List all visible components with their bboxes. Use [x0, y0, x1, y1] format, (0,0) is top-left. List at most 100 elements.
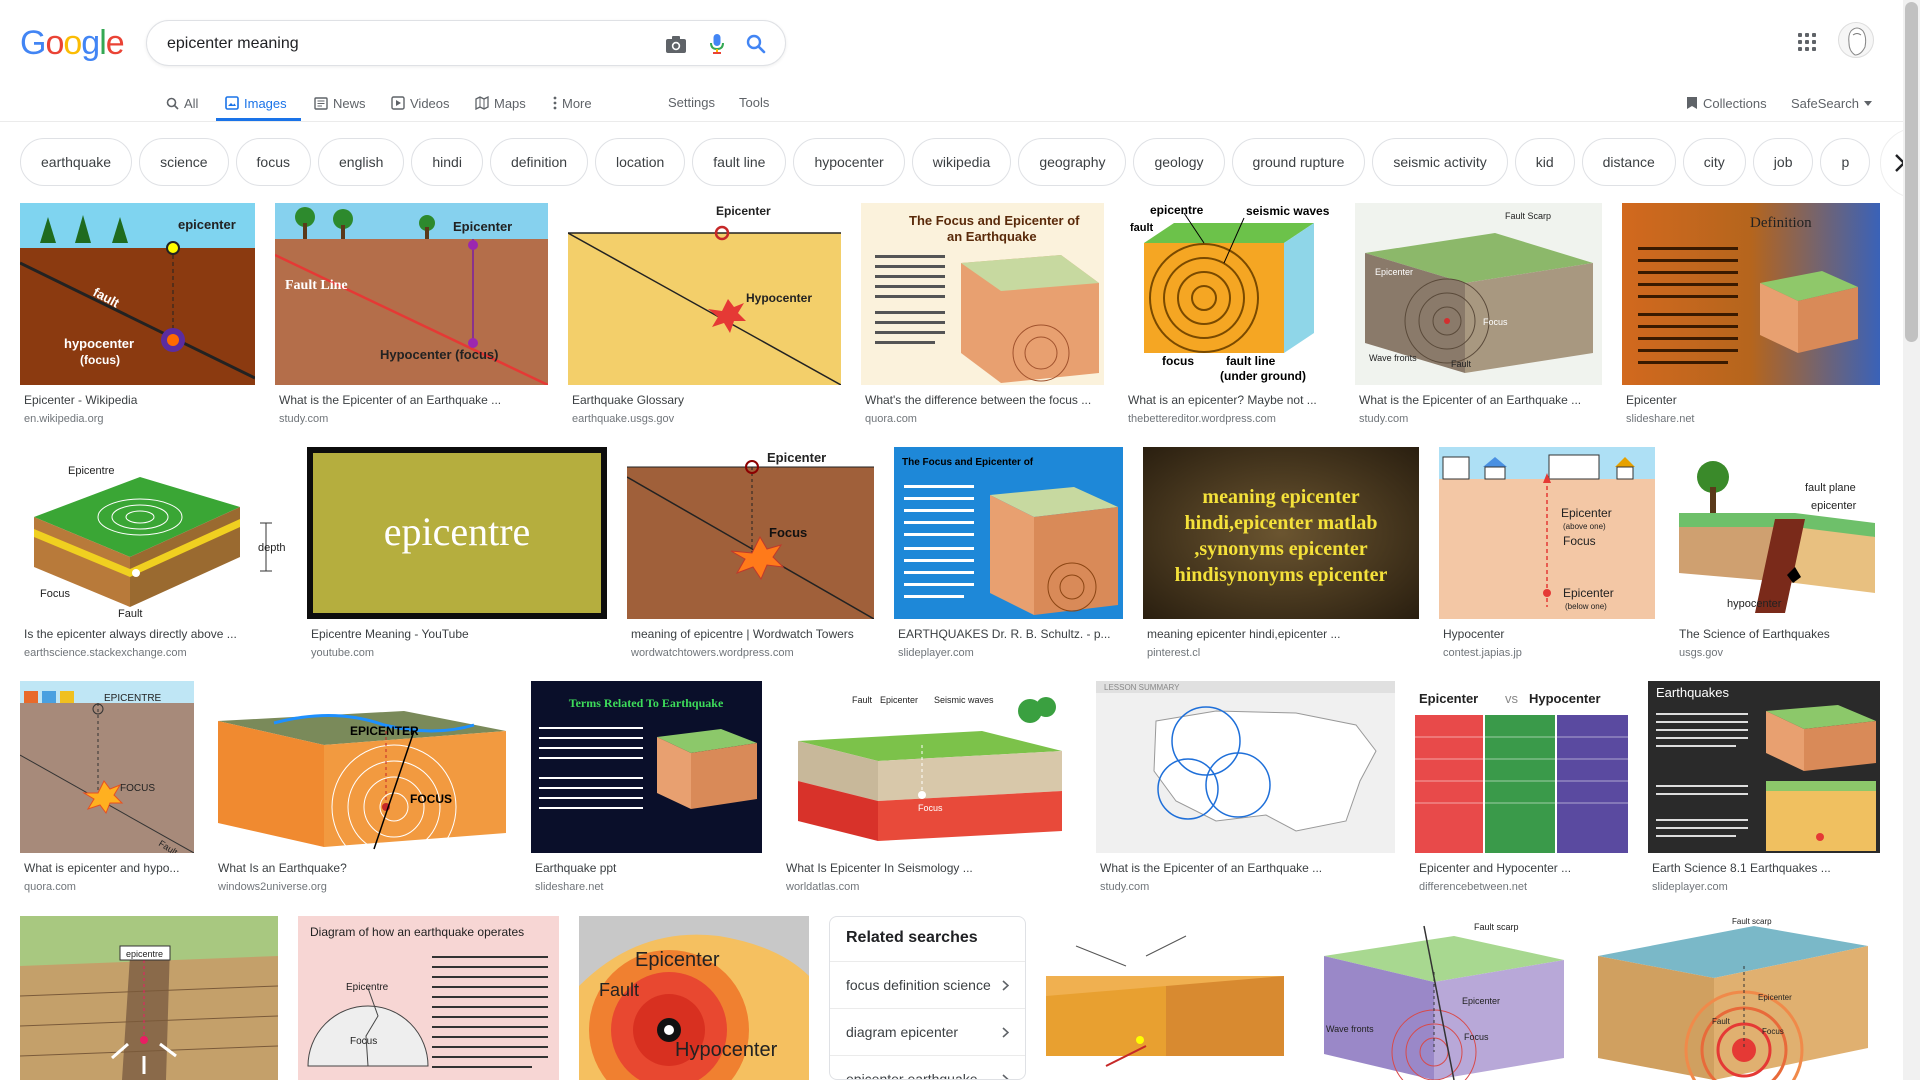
- image-result[interactable]: The Focus and Epicenter of an Earthquake…: [861, 203, 1104, 428]
- image-result[interactable]: epicenter fault hypocenter (focus) Epice…: [20, 203, 255, 428]
- video-icon: [391, 96, 405, 110]
- search-input[interactable]: [167, 32, 637, 56]
- image-result[interactable]: Epicenter (above one) Focus Epicenter (b…: [1439, 447, 1655, 662]
- chip[interactable]: ground rupture: [1231, 138, 1366, 186]
- image-result[interactable]: [1046, 916, 1284, 1080]
- result-title: Epicenter and Hypocenter ...: [1419, 861, 1572, 875]
- chip[interactable]: city: [1682, 138, 1746, 186]
- image-result[interactable]: LESSON SUMMARY What is the Epicenter of …: [1096, 681, 1395, 896]
- image-result[interactable]: EPICENTRE FOCUS Fault What is epicenter …: [20, 681, 194, 896]
- image-result[interactable]: meaning epicenter hindi,epicenter matlab…: [1143, 447, 1419, 662]
- result-title: Epicenter - Wikipedia: [24, 393, 138, 407]
- account-avatar[interactable]: [1838, 22, 1874, 58]
- image-thumbnail: Diagram of how an earthquake operates Ep…: [298, 916, 559, 1080]
- image-result[interactable]: The Focus and Epicenter of EARTHQUAKES D…: [894, 447, 1123, 662]
- image-result[interactable]: epicentre Epicentre Meaning - YouTube yo…: [307, 447, 607, 662]
- collections-link[interactable]: Collections: [1686, 90, 1767, 116]
- related-search-item[interactable]: epicenter earthquake: [830, 1055, 1025, 1079]
- image-result[interactable]: Epicenter Focus meaning of epicentre | W…: [627, 447, 874, 662]
- chip[interactable]: geology: [1133, 138, 1225, 186]
- chip[interactable]: fault line: [692, 138, 787, 186]
- settings-link[interactable]: Settings: [668, 90, 715, 116]
- image-result[interactable]: Diagram of how an earthquake operates Ep…: [298, 916, 559, 1080]
- image-label: seismic waves: [1246, 204, 1330, 218]
- image-label: fault: [1130, 222, 1154, 234]
- image-label: FOCUS: [410, 792, 452, 806]
- camera-icon[interactable]: [664, 32, 688, 56]
- image-label: Fault Line: [285, 278, 348, 293]
- result-source: pinterest.cl: [1147, 647, 1201, 659]
- image-result[interactable]: Epicenter Fault Hypocenter: [579, 916, 809, 1080]
- apps-grid-icon[interactable]: [1795, 30, 1819, 54]
- search-icon[interactable]: [744, 32, 768, 56]
- scrollbar-thumb[interactable]: [1905, 2, 1918, 342]
- chip[interactable]: p: [1820, 138, 1871, 186]
- image-label: Fault: [1451, 359, 1472, 369]
- google-logo[interactable]: Google: [20, 24, 125, 63]
- image-result[interactable]: epicentre: [20, 916, 278, 1080]
- chip[interactable]: science: [139, 138, 229, 186]
- tab-news[interactable]: News: [314, 90, 366, 116]
- result-source: study.com: [279, 413, 329, 425]
- image-result[interactable]: Fault Epicenter Seismic waves Focus What…: [782, 681, 1076, 896]
- image-result[interactable]: Epicenter vs Hypocenter Epicenter and Hy…: [1415, 681, 1628, 896]
- result-title: What is the Epicenter of an Earthquake .…: [1100, 861, 1323, 875]
- search-tabs: All Images News Videos Maps More Setting…: [0, 84, 1920, 122]
- chip[interactable]: job: [1752, 138, 1814, 186]
- chip[interactable]: hindi: [411, 138, 483, 186]
- result-source: quora.com: [865, 413, 917, 425]
- chip[interactable]: geography: [1018, 138, 1127, 186]
- chip[interactable]: seismic activity: [1372, 138, 1508, 186]
- chip[interactable]: focus: [235, 138, 311, 186]
- image-result[interactable]: Definition Epicenter slideshare.net: [1622, 203, 1880, 428]
- image-label: (above one): [1563, 522, 1606, 531]
- tab-videos[interactable]: Videos: [391, 90, 450, 116]
- chip[interactable]: distance: [1581, 138, 1676, 186]
- image-result[interactable]: Epicenter Fault Line Hypocenter (focus) …: [275, 203, 548, 428]
- image-result[interactable]: Epicentre Focus Fault depth Is the epice…: [20, 447, 287, 662]
- image-result[interactable]: fault plane epicenter hypocenter The Sci…: [1675, 447, 1880, 662]
- safesearch-menu[interactable]: SafeSearch: [1791, 90, 1872, 116]
- tab-label: News: [333, 95, 366, 111]
- image-label: hypocenter: [1727, 598, 1782, 610]
- image-result[interactable]: EPICENTER FOCUS What Is an Earthquake? w…: [214, 681, 511, 896]
- related-search-item[interactable]: diagram epicenter: [830, 1008, 1025, 1055]
- image-result[interactable]: Fault scarp Epicenter Fault Focus: [1594, 916, 1872, 1080]
- image-result[interactable]: Fault scarp Epicenter Wave fronts Focus: [1304, 916, 1574, 1080]
- tab-more[interactable]: More: [553, 90, 592, 116]
- image-result[interactable]: Fault Scarp Epicenter Focus Wave fronts …: [1355, 203, 1602, 428]
- result-title: What Is an Earthquake?: [218, 861, 347, 875]
- tools-link[interactable]: Tools: [739, 90, 769, 116]
- image-thumbnail: fault plane epicenter hypocenter: [1675, 447, 1880, 619]
- image-result[interactable]: Epicenter Hypocenter Earthquake Glossary…: [568, 203, 841, 428]
- chip[interactable]: english: [318, 138, 405, 186]
- chip[interactable]: location: [595, 138, 686, 186]
- image-label: Wave fronts: [1369, 353, 1417, 363]
- chip[interactable]: hypocenter: [793, 138, 905, 186]
- search-box[interactable]: [146, 20, 786, 66]
- image-label: focus: [1162, 354, 1194, 368]
- tab-maps[interactable]: Maps: [475, 90, 526, 116]
- tab-all[interactable]: All: [166, 90, 198, 116]
- image-label: ,synonyms epicenter: [1194, 538, 1367, 560]
- result-title: Epicenter: [1626, 393, 1677, 407]
- result-source: youtube.com: [311, 647, 374, 659]
- chip[interactable]: definition: [489, 138, 589, 186]
- image-label: Epicenter: [1563, 586, 1614, 600]
- image-result[interactable]: Terms Related To Earthquake Earthquake p…: [531, 681, 762, 896]
- image-label: Epicenter: [880, 695, 918, 705]
- image-label: Focus: [350, 1036, 377, 1047]
- image-result[interactable]: Earthquakes Earth Science 8.1 Earthquake…: [1648, 681, 1880, 896]
- chip[interactable]: earthquake: [20, 138, 133, 186]
- image-result[interactable]: epicentre seismic waves fault focus faul…: [1124, 203, 1335, 428]
- chip[interactable]: wikipedia: [911, 138, 1012, 186]
- chip[interactable]: kid: [1514, 138, 1575, 186]
- image-thumbnail: epicentre seismic waves fault focus faul…: [1124, 203, 1335, 385]
- image-label: (under ground): [1220, 369, 1306, 383]
- related-search-item[interactable]: focus definition science: [830, 961, 1025, 1008]
- tab-images[interactable]: Images: [225, 90, 287, 116]
- tab-label: More: [562, 95, 592, 111]
- image-label: EPICENTER: [350, 724, 419, 738]
- microphone-icon[interactable]: [705, 32, 729, 56]
- result-source: thebettereditor.wordpress.com: [1128, 413, 1276, 425]
